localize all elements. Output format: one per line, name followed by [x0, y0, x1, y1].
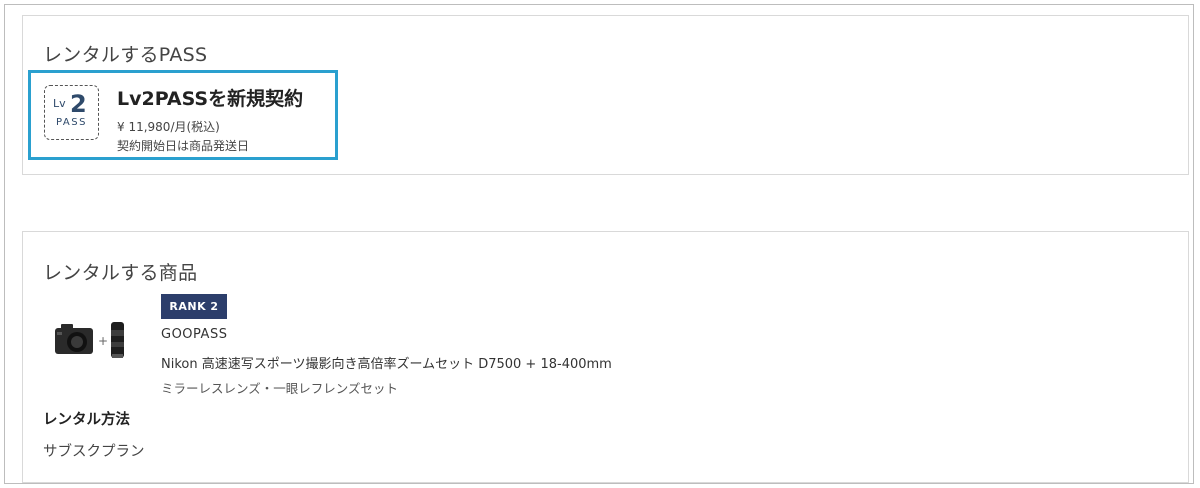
pass-logo-word: PASS	[56, 117, 87, 128]
product-brand: GOOPASS	[161, 327, 228, 342]
pass-section-title: レンタルするPASS	[43, 44, 208, 66]
product-name: Nikon 高速速写スポーツ撮影向き高倍率ズームセット D7500 + 18-4…	[161, 357, 612, 372]
pass-logo-number: 2	[70, 90, 87, 118]
rental-method-value: サブスクプラン	[43, 444, 145, 460]
svg-text:+: +	[98, 334, 108, 348]
pass-option-name: Lv2PASSを新規契約	[117, 88, 304, 110]
pass-option-start-note: 契約開始日は商品発送日	[117, 139, 250, 153]
pass-logo-prefix: Lv	[53, 97, 66, 110]
checkout-frame: レンタルするPASS Lv 2 PASS Lv2PASSを新規契約 ¥ 11,9…	[4, 4, 1194, 484]
pass-section: レンタルするPASS Lv 2 PASS Lv2PASSを新規契約 ¥ 11,9…	[22, 15, 1189, 175]
pass-option-lv2[interactable]: Lv 2 PASS Lv2PASSを新規契約 ¥ 11,980/月(税込) 契約…	[28, 70, 338, 160]
lv2-pass-logo-icon: Lv 2 PASS	[44, 85, 99, 140]
product-section: レンタルする商品 + RANK 2 GOOPASS Nikon 高速速写スポーツ…	[22, 231, 1189, 483]
product-section-title: レンタルする商品	[43, 262, 198, 284]
camera-with-zoom-lens-icon: +	[55, 322, 124, 358]
rental-method-label: レンタル方法	[43, 412, 130, 428]
product-category: ミラーレスレンズ・一眼レフレンズセット	[161, 381, 399, 396]
pass-option-price: ¥ 11,980/月(税込)	[117, 120, 220, 134]
rank-badge: RANK 2	[161, 294, 227, 319]
